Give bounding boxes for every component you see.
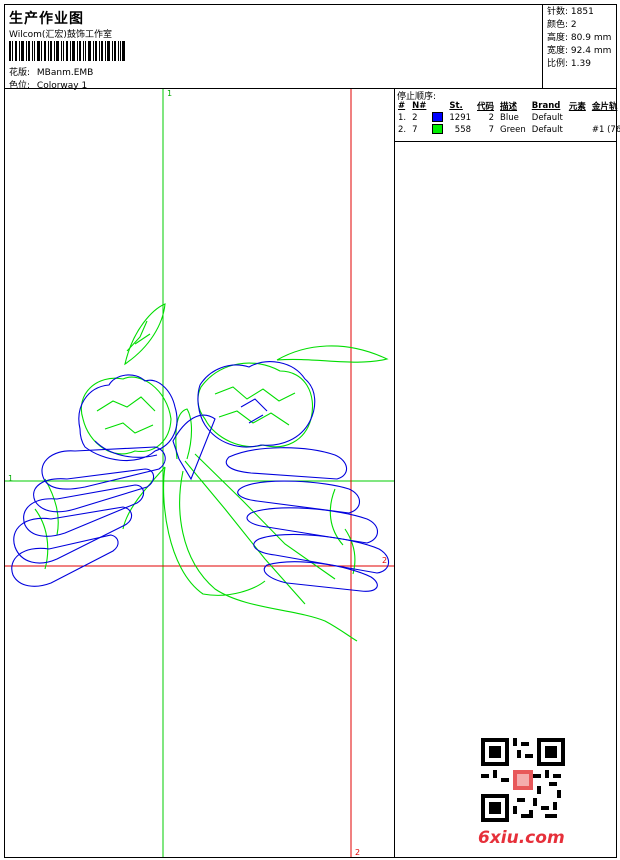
col-desc: 描述 [500,102,518,112]
design-preview [5,89,394,857]
color-swatch-blue [432,112,444,122]
stop-sequence-rule [395,141,617,142]
col-swatch [429,100,446,112]
barcode-image [9,41,125,61]
green-thread-design [34,303,389,642]
marker-left: 1 [8,474,14,483]
qr-code-image [481,738,565,822]
watermark-logo: 6xiu.com [478,828,565,848]
col-sequin: 金片轨 [591,102,618,112]
table-row: 1. 2 1291 2 Blue Default [398,112,563,123]
col-element: 元素 [568,102,586,112]
header-divider [542,4,543,89]
table-row: 2. 7 558 7 Green Default #1 (76) [398,124,620,135]
panel-divider [394,89,395,858]
studio-name: Wilcom(汇宏)鼓饰工作室 [9,30,112,40]
col-stitches: St. [449,101,463,111]
page-title: 生产作业图 [9,11,84,27]
stat-stitches: 针数: 1851 [547,7,594,17]
col-brand: Brand [531,101,561,111]
color-swatch-green [432,124,444,134]
col-code: 代码 [477,102,495,112]
marker-top: 1 [167,89,173,98]
design-name-row: 花版: MBanm.EMB [9,65,93,78]
col-index: # [398,101,406,111]
marker-bottom: 2 [355,848,361,857]
stats-panel: 针数: 1851 颜色: 2 高度: 80.9 mm 宽度: 92.4 mm 比… [547,6,611,71]
stop-sequence-table: # N# St. 代码 描述 Brand 元素 金片轨 1. 2 1291 2 … [395,100,620,136]
stat-width: 宽度: 92.4 mm [547,46,612,56]
col-needle: N# [412,101,427,111]
marker-right: 2 [382,556,388,565]
stat-scale: 比例: 1.39 [547,59,591,69]
header-block: 生产作业图 Wilcom(汇宏)鼓饰工作室 花版: MBanm.EMB 色位: … [4,4,617,91]
design-label: 花版: [9,68,31,78]
stat-colors: 颜色: 2 [547,20,577,30]
design-name: MBanm.EMB [36,68,94,78]
stat-height: 高度: 80.9 mm [547,33,612,43]
blue-thread-design [11,361,390,592]
